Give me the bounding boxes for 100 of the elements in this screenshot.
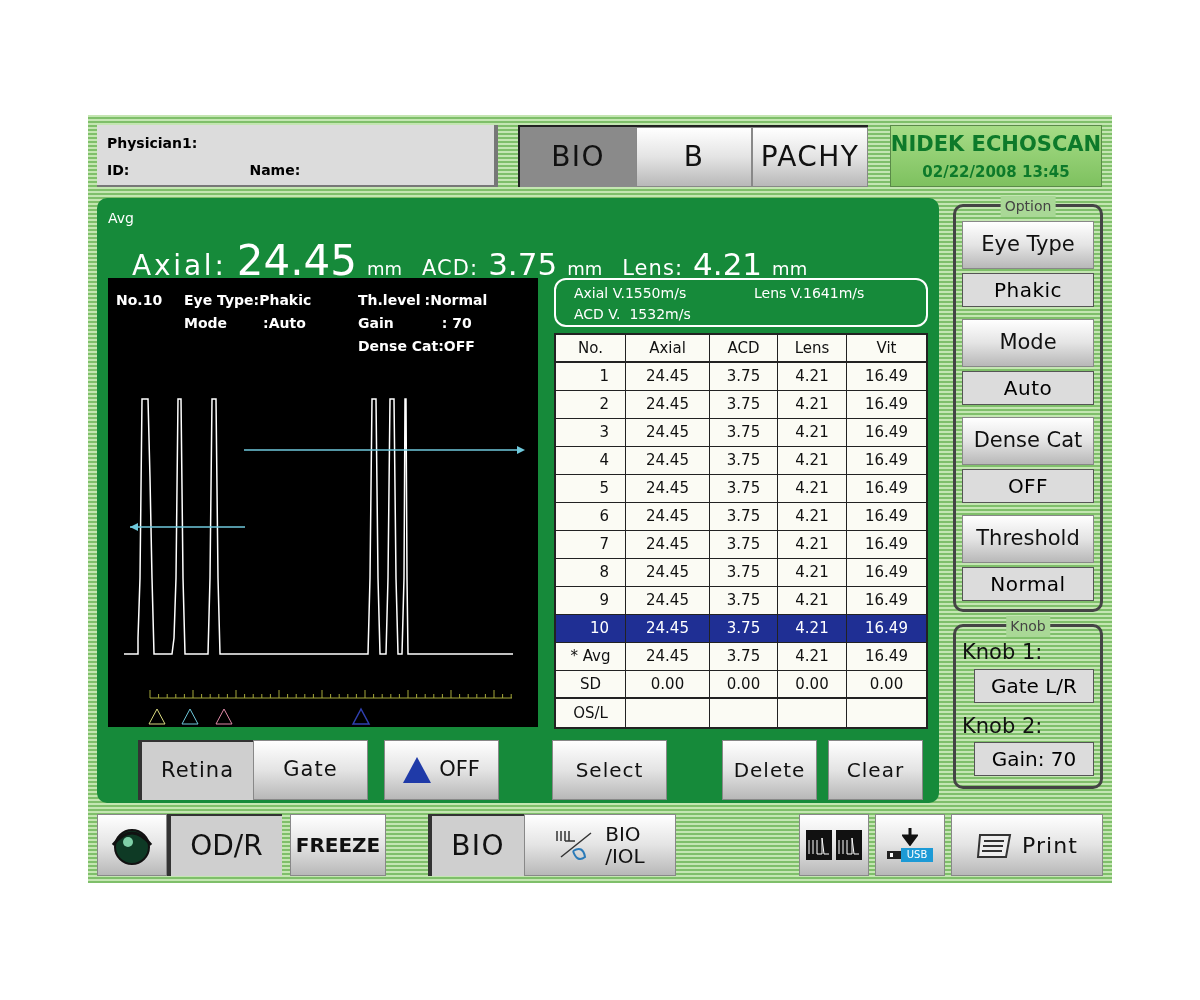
table-cell: 4.21	[778, 475, 847, 502]
table-cell: 24.45	[626, 363, 710, 390]
table-cell-text: 0.00	[868, 673, 905, 695]
table-cell: 24.45	[626, 475, 710, 502]
table-row[interactable]: 7 24.45 3.75 4.21 16.49	[556, 531, 926, 559]
gate-toggle-button[interactable]: Retina	[138, 740, 253, 800]
table-row[interactable]: 3 24.45 3.75 4.21 16.49	[556, 419, 926, 447]
table-cell-text: 16.49	[864, 618, 909, 640]
group-title: Option	[1000, 196, 1056, 217]
column-header: No.	[556, 335, 626, 361]
unit-label: mm	[366, 257, 402, 281]
table-row[interactable]: 2 24.45 3.75 4.21 16.49	[556, 391, 926, 419]
measurement-label: Axial:	[132, 248, 227, 284]
mode-tab[interactable]: BIO	[520, 127, 636, 187]
gain-label: Gain	[358, 314, 394, 333]
table-cell: 24.45	[626, 503, 710, 530]
option-value: Normal	[962, 567, 1094, 601]
table-cell: 4.21	[778, 391, 847, 418]
column-header: Axial	[626, 335, 710, 361]
velocity-text: Axial V.1550m/s	[574, 284, 688, 303]
option-value: OFF	[962, 469, 1094, 503]
marker-off-button[interactable]: OFF	[384, 740, 499, 800]
unit-label: mm	[567, 257, 603, 281]
option-button[interactable]: Dense Cat	[962, 417, 1094, 465]
knob-value: Gain: 70	[974, 742, 1094, 776]
table-cell: 3.75	[710, 447, 778, 474]
name-label: Name:	[249, 161, 301, 180]
print-button[interactable]: Print	[951, 814, 1103, 876]
mode-value: :Auto	[263, 314, 306, 333]
option-value: Auto	[962, 371, 1094, 405]
table-cell: 4.21	[778, 587, 847, 614]
freeze-button[interactable]: FREEZE	[290, 814, 386, 876]
table-cell: 24.45	[626, 587, 710, 614]
measurement-label: ACD:	[422, 255, 479, 282]
calculation-tab[interactable]: BIO /IOL	[524, 814, 676, 876]
eye-type-info: Eye Type:Phakic	[184, 291, 313, 310]
table-row[interactable]: 10 24.45 3.75 4.21 16.49	[556, 615, 926, 643]
table-cell: 0.00	[626, 671, 710, 697]
option-button[interactable]: Mode	[962, 319, 1094, 367]
date-time: 02/22/2008 13:45	[922, 161, 1070, 183]
table-cell: 9	[556, 587, 626, 614]
table-cell: 24.45	[626, 559, 710, 586]
gate-toggle-button[interactable]: Gate	[253, 740, 368, 800]
table-row[interactable]: 8 24.45 3.75 4.21 16.49	[556, 559, 926, 587]
option-value: Phakic	[962, 273, 1094, 307]
table-row[interactable]: 4 24.45 3.75 4.21 16.49	[556, 447, 926, 475]
measurement-value: 24.45	[236, 235, 357, 287]
calculation-tab[interactable]: BIO	[428, 814, 524, 876]
gain-value: : 70	[441, 314, 472, 333]
table-cell: 4.21	[778, 419, 847, 446]
table-cell: 0.00	[778, 671, 847, 697]
option-button[interactable]: Threshold	[962, 515, 1094, 563]
measurement-label: Lens:	[622, 255, 684, 282]
table-cell: 3.75	[710, 587, 778, 614]
column-header: Vit	[875, 337, 898, 359]
threshold-label: Th.level	[358, 291, 421, 310]
triangle-icon	[403, 757, 432, 783]
table-cell: 3.75	[710, 419, 778, 446]
table-cell-text: 16.49	[864, 450, 909, 472]
group-title: Knob	[1006, 616, 1050, 637]
usb-label: USB	[900, 848, 934, 862]
measurement-value: 4.21	[693, 245, 763, 284]
table-row[interactable]: 6 24.45 3.75 4.21 16.49	[556, 503, 926, 531]
table-cell: * Avg	[556, 643, 626, 670]
table-cell: 3.75	[710, 643, 778, 670]
table-cell: 24.45	[626, 615, 710, 642]
average-label: Avg	[108, 209, 135, 228]
table-cell-text: 16.49	[864, 478, 909, 500]
table-cell: 3.75	[710, 503, 778, 530]
dense-cat-info: Dense Cat:OFF	[358, 337, 476, 356]
table-cell: 10	[556, 615, 626, 642]
waveform-view-button[interactable]	[799, 814, 869, 876]
table-cell: 3.75	[710, 615, 778, 642]
table-cell: 1	[556, 363, 626, 390]
column-header: ACD	[710, 335, 778, 361]
waveform-icon	[806, 830, 832, 860]
mode-tab[interactable]: B	[636, 127, 752, 187]
table-cell: 2	[556, 391, 626, 418]
table-cell-text: 16.49	[864, 562, 909, 584]
action-button[interactable]: Clear	[828, 740, 923, 800]
table-cell-text: 16.49	[864, 590, 909, 612]
table-cell: 4.21	[778, 615, 847, 642]
table-cell-text: 16.49	[864, 646, 909, 668]
table-cell: 4.21	[778, 531, 847, 558]
unit-label: mm	[772, 257, 808, 281]
download-arrow-icon	[902, 828, 918, 846]
brand-name: NIDEK ECHOSCAN	[890, 131, 1102, 158]
option-button[interactable]: Eye Type	[962, 221, 1094, 269]
table-row[interactable]: 1 24.45 3.75 4.21 16.49	[556, 363, 926, 391]
scan-number: No.10	[116, 291, 164, 310]
table-cell: 3.75	[710, 559, 778, 586]
table-cell-text: 16.49	[864, 366, 909, 388]
table-cell: 3.75	[710, 531, 778, 558]
action-button[interactable]: Select	[552, 740, 667, 800]
eye-side-button[interactable]: OD/R	[167, 814, 282, 876]
table-cell: 6	[556, 503, 626, 530]
action-button[interactable]: Delete	[722, 740, 817, 800]
mode-tab[interactable]: PACHY	[752, 127, 868, 187]
eye-button[interactable]	[97, 814, 167, 876]
table-row[interactable]: 5 24.45 3.75 4.21 16.49	[556, 475, 926, 503]
